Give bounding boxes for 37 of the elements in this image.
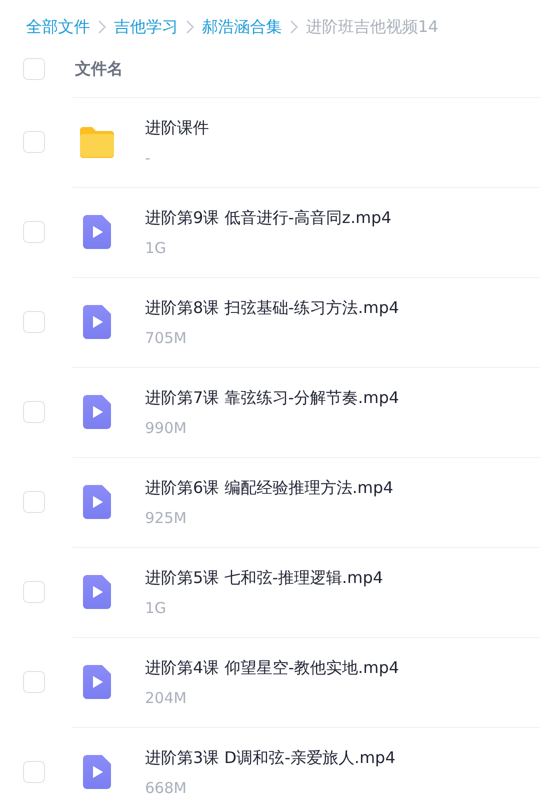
row-checkbox[interactable] [23,401,45,423]
row-checkbox[interactable] [23,491,45,513]
file-size: 1G [145,238,168,256]
file-name[interactable]: 进阶第6课 编配经验推理方法.mp4 [145,478,394,498]
chevron-right-icon [98,20,106,34]
file-size: 1G [145,598,168,616]
video-file-icon [83,755,111,789]
row-checkbox[interactable] [23,671,45,693]
video-file-icon [83,215,111,249]
video-file-icon [83,575,111,609]
file-name[interactable]: 进阶第7课 靠弦练习-分解节奏.mp4 [145,388,400,408]
video-file-icon [83,485,111,519]
video-file-icon [83,395,111,429]
row-checkbox[interactable] [23,221,45,243]
row-checkbox[interactable] [23,581,45,603]
file-size: 204M [145,688,188,706]
file-size: 668M [145,778,188,796]
file-size: 925M [145,508,188,526]
chevron-right-icon [186,20,194,34]
column-header: 文件名 [75,58,123,80]
chevron-right-icon [290,20,298,34]
file-name[interactable]: 进阶第3课 D调和弦-亲爱旅人.mp4 [145,748,396,768]
file-size: 990M [145,418,188,436]
file-size: - [145,148,152,166]
select-all-checkbox[interactable] [23,58,45,80]
row-checkbox[interactable] [23,311,45,333]
folder-icon [78,126,116,158]
file-name[interactable]: 进阶第5课 七和弦-推理逻辑.mp4 [145,568,384,588]
row-checkbox[interactable] [23,761,45,783]
file-name[interactable]: 进阶第4课 仰望星空-教他实地.mp4 [145,658,400,678]
video-file-icon [83,665,111,699]
file-size: 705M [145,328,188,346]
file-name[interactable]: 进阶第8课 扫弦基础-练习方法.mp4 [145,298,400,318]
row-checkbox[interactable] [23,131,45,153]
video-file-icon [83,305,111,339]
file-name[interactable]: 进阶第9课 低音进行-高音同z.mp4 [145,208,392,228]
file-name[interactable]: 进阶课件 [145,118,209,138]
